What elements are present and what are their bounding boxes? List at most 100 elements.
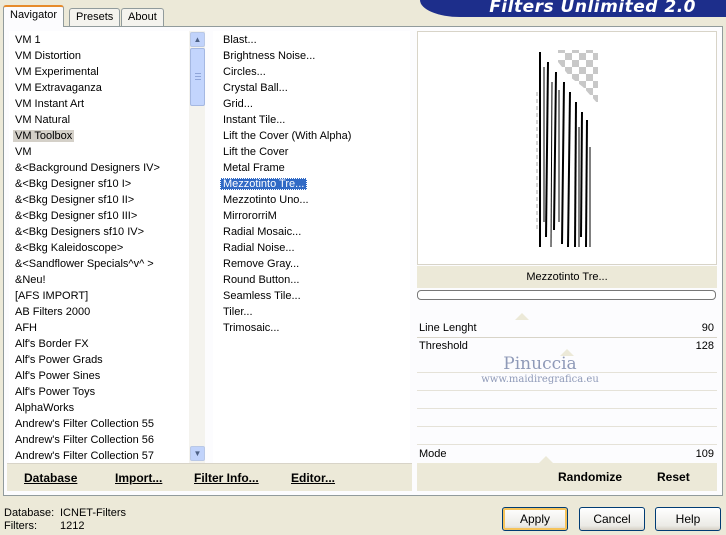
filter-item-label: Grid...	[223, 98, 253, 110]
status-filters-value: 1212	[60, 520, 85, 532]
status-database: Database: ICNET-Filters	[4, 507, 126, 519]
filter-item-label: Round Button...	[223, 274, 300, 286]
tab-about[interactable]: About	[121, 8, 164, 26]
filter-list-item[interactable]: Radial Mosaic...	[220, 224, 408, 240]
category-list-item[interactable]: &<Bkg Kaleidoscope>	[12, 240, 190, 256]
category-list-item[interactable]: VM Toolbox	[12, 128, 190, 144]
category-item-label: Alf's Power Toys	[15, 386, 96, 398]
category-item-label: &<Bkg Designers sf10 IV>	[15, 226, 145, 238]
scroll-up-button[interactable]: ▲	[190, 32, 205, 47]
tab-navigator[interactable]: Navigator	[3, 5, 65, 27]
database-button[interactable]: Database	[24, 471, 77, 485]
filter-list-item[interactable]: Instant Tile...	[220, 112, 408, 128]
filter-list-item[interactable]: Mezzotinto Uno...	[220, 192, 408, 208]
filter-list-item[interactable]: Seamless Tile...	[220, 288, 408, 304]
filter-item-label: Instant Tile...	[223, 114, 286, 126]
filter-list-item[interactable]: Grid...	[220, 96, 408, 112]
category-list-item[interactable]: VM Natural	[12, 112, 190, 128]
category-list-item[interactable]: AlphaWorks	[12, 400, 190, 416]
category-list-item[interactable]: &<Background Designers IV>	[12, 160, 190, 176]
category-list-item[interactable]: &<Bkg Designer sf10 III>	[12, 208, 190, 224]
filter-list-item[interactable]: Lift the Cover	[220, 144, 408, 160]
scroll-down-button[interactable]: ▼	[190, 446, 205, 461]
filter-list: Blast... Brightness Noise... Circles... Cry…	[220, 32, 408, 336]
import-label: Import...	[115, 471, 163, 485]
chevron-down-icon: ▼	[193, 449, 202, 458]
category-list-item[interactable]: Alf's Power Grads	[12, 352, 190, 368]
reset-button[interactable]: Reset	[657, 470, 690, 484]
apply-button[interactable]: Apply	[502, 507, 568, 531]
slider-thumb[interactable]	[515, 313, 529, 320]
category-list-item[interactable]: &<Sandflower Specials^v^ >	[12, 256, 190, 272]
category-list-item[interactable]: Alf's Border FX	[12, 336, 190, 352]
app-banner: Filters Unlimited 2.0	[420, 0, 726, 17]
filter-item-label: Lift the Cover	[223, 146, 289, 158]
slider-label: Mode	[419, 448, 447, 460]
category-list-item[interactable]: &<Bkg Designer sf10 I>	[12, 176, 190, 192]
slider-line-lenght[interactable]: Line Lenght 90	[417, 320, 717, 338]
filter-list-item[interactable]: Trimosaic...	[220, 320, 408, 336]
category-list-item[interactable]: AFH	[12, 320, 190, 336]
category-list-item[interactable]: Alf's Power Toys	[12, 384, 190, 400]
filter-list-panel: Blast... Brightness Noise... Circles... Cry…	[213, 31, 410, 463]
category-list-item[interactable]: Andrew's Filter Collection 55	[12, 416, 190, 432]
filter-list-item[interactable]: Circles...	[220, 64, 408, 80]
help-label: Help	[675, 512, 701, 526]
randomize-button[interactable]: Randomize	[558, 470, 622, 484]
category-list-item[interactable]: VM 1	[12, 32, 190, 48]
category-list-item[interactable]: VM Instant Art	[12, 96, 190, 112]
filter-list-item[interactable]: Mezzotinto Tre...	[220, 176, 408, 192]
category-list-item[interactable]: VM Extravaganza	[12, 80, 190, 96]
category-item-label: [AFS IMPORT]	[15, 290, 89, 302]
filter-list-item[interactable]: MirrororriM	[220, 208, 408, 224]
category-list-item[interactable]: AB Filters 2000	[12, 304, 190, 320]
category-list-item[interactable]: &Neu!	[12, 272, 190, 288]
category-list-item[interactable]: VM Experimental	[12, 64, 190, 80]
import-button[interactable]: Import...	[115, 471, 162, 485]
status-filters: Filters: 1212	[4, 520, 84, 532]
category-list-item[interactable]: [AFS IMPORT]	[12, 288, 190, 304]
category-item-label: &<Sandflower Specials^v^ >	[15, 258, 154, 270]
help-button[interactable]: Help	[655, 507, 721, 531]
filter-list-item[interactable]: Round Button...	[220, 272, 408, 288]
filter-list-item[interactable]: Lift the Cover (With Alpha)	[220, 128, 408, 144]
filter-item-label: Tiler...	[223, 306, 253, 318]
category-item-label: VM Natural	[15, 114, 71, 126]
database-label: Database	[24, 471, 78, 485]
reset-label: Reset	[657, 470, 690, 484]
category-list-item[interactable]: Andrew's Filter Collection 56	[12, 432, 190, 448]
slider-mode[interactable]: Mode 109	[417, 446, 717, 464]
scroll-thumb[interactable]	[190, 48, 205, 106]
filter-list-item[interactable]: Remove Gray...	[220, 256, 408, 272]
category-list-item[interactable]: Andrew's Filter Collection 57	[12, 448, 190, 464]
editor-button[interactable]: Editor...	[291, 471, 335, 485]
filter-list-item[interactable]: Metal Frame	[220, 160, 408, 176]
filter-list-item[interactable]: Crystal Ball...	[220, 80, 408, 96]
tab-presets[interactable]: Presets	[69, 8, 121, 26]
filter-item-label: Lift the Cover (With Alpha)	[223, 130, 352, 142]
watermark-url: www.maidiregrafica.eu	[481, 374, 599, 385]
category-list-item[interactable]: &<Bkg Designer sf10 II>	[12, 192, 190, 208]
filter-item-label: Metal Frame	[223, 162, 285, 174]
status-database-key: Database:	[4, 507, 55, 519]
filter-list-item[interactable]: Tiler...	[220, 304, 408, 320]
cancel-button[interactable]: Cancel	[579, 507, 645, 531]
category-item-label: &<Background Designers IV>	[15, 162, 160, 174]
watermark: Pinuccia www.maidiregrafica.eu	[465, 355, 615, 386]
category-list-item[interactable]: &<Bkg Designers sf10 IV>	[12, 224, 190, 240]
category-item-label: VM	[15, 146, 32, 158]
filter-list-item[interactable]: Blast...	[220, 32, 408, 48]
filter-info-button[interactable]: Filter Info...	[194, 471, 259, 485]
category-item-label: &<Bkg Kaleidoscope>	[15, 242, 124, 254]
category-list-item[interactable]: VM	[12, 144, 190, 160]
category-item-label: Andrew's Filter Collection 57	[15, 450, 155, 462]
slider-thumb[interactable]	[539, 456, 553, 463]
filter-item-label: Brightness Noise...	[223, 50, 316, 62]
category-list-item[interactable]: Alf's Power Sines	[12, 368, 190, 384]
category-scrollbar[interactable]: ▲ ▼	[188, 31, 205, 463]
category-list-item[interactable]: VM Distortion	[12, 48, 190, 64]
filter-list-item[interactable]: Brightness Noise...	[220, 48, 408, 64]
preview-caption-bar: Mezzotinto Tre...	[417, 266, 717, 288]
filter-list-item[interactable]: Radial Noise...	[220, 240, 408, 256]
category-item-label: AB Filters 2000	[15, 306, 91, 318]
